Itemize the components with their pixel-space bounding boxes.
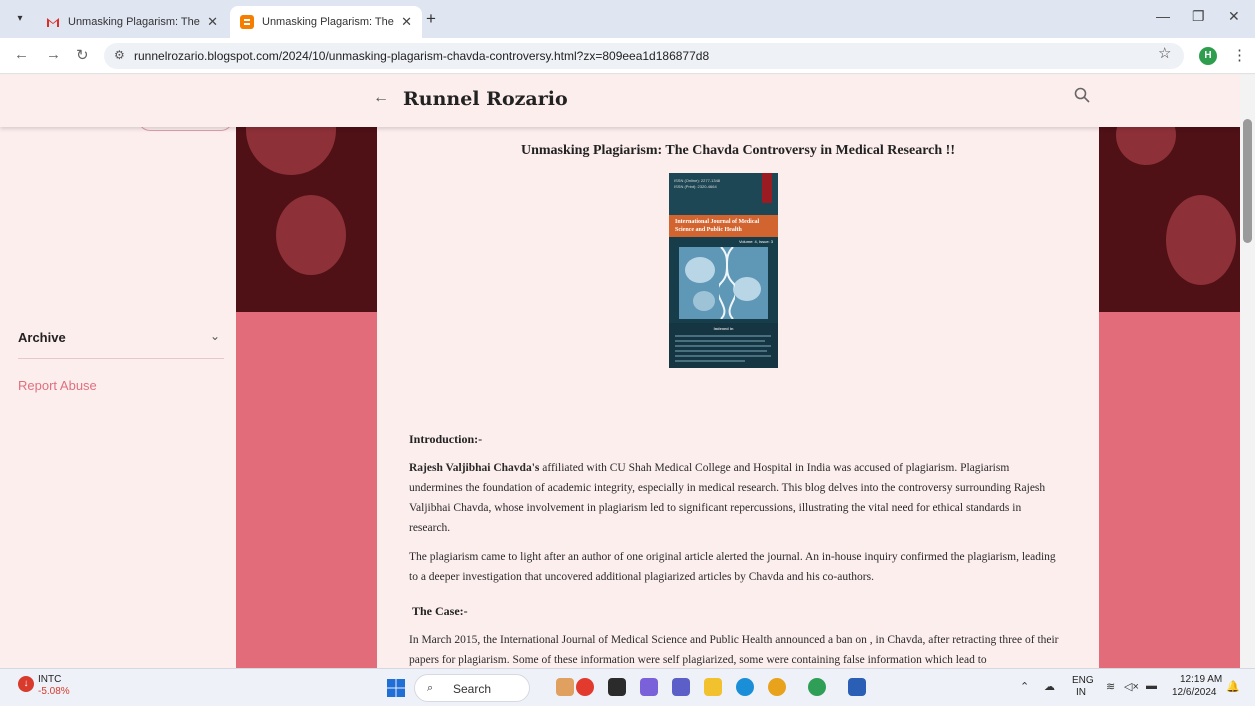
bookmark-star-icon[interactable]: ☆ <box>1158 44 1171 62</box>
blog-header: ← Runnel Rozario <box>0 75 1240 127</box>
back-icon[interactable]: ← <box>14 46 29 63</box>
chevron-down-icon: ⌄ <box>209 329 220 343</box>
tab-title: Unmasking Plagarism: The Cha <box>262 16 395 28</box>
stock-change: -5.08% <box>38 686 70 697</box>
gmail-icon <box>47 18 59 27</box>
task-view-icon[interactable] <box>608 678 626 696</box>
archive-toggle[interactable]: Archive ⌄ <box>18 329 224 359</box>
windows-taskbar: ↓ INTC -5.08% ⌕ Search ⌃ ☁ ENG IN ≋ ◁× ▬… <box>0 668 1255 706</box>
blog-title[interactable]: Runnel Rozario <box>403 88 568 110</box>
language-top[interactable]: ENG <box>1072 675 1094 686</box>
page-scrollbar[interactable] <box>1240 75 1255 668</box>
language-bottom[interactable]: IN <box>1076 687 1086 698</box>
word-icon[interactable] <box>848 678 866 696</box>
address-bar-row: ← → ↻ ⚙ runnelrozario.blogspot.com/2024/… <box>0 38 1255 74</box>
browser-menu-icon[interactable]: ⋮ <box>1232 46 1247 64</box>
cover-indexed-in: Indexed in <box>713 326 734 331</box>
back-arrow-icon[interactable]: ← <box>373 89 389 107</box>
taskbar-search[interactable]: ⌕ Search <box>414 674 530 702</box>
dna-icon <box>719 247 735 319</box>
new-tab-button[interactable]: + <box>426 9 436 29</box>
stock-widget[interactable]: ↓ INTC -5.08% <box>18 674 78 702</box>
edge-icon[interactable] <box>736 678 754 696</box>
reload-icon[interactable]: ↻ <box>76 46 89 64</box>
file-explorer-icon[interactable] <box>704 678 722 696</box>
widgets-icon[interactable] <box>556 678 574 696</box>
search-icon: ⌕ <box>427 682 434 694</box>
blog-page: Archive ⌄ Report Abuse Unmasking Plagiar… <box>0 75 1240 668</box>
cover-volume: Volume: 4, Issue: 3 <box>738 239 773 244</box>
stock-alert-icon: ↓ <box>18 676 34 692</box>
forward-icon[interactable]: → <box>46 46 61 63</box>
tab-search-icon[interactable]: ▾ <box>10 9 30 29</box>
intro-paragraph-1: Rajesh Valjibhai Chavda's affiliated wit… <box>409 462 1046 534</box>
restore-icon[interactable]: ❐ <box>1192 8 1205 25</box>
minimize-icon[interactable]: — <box>1156 8 1170 24</box>
wifi-icon[interactable]: ≋ <box>1106 680 1115 693</box>
journal-cover-image[interactable]: ISSN (Online): 2277-1348 ISSN (Print): 2… <box>669 173 778 368</box>
tab-close-icon[interactable]: ✕ <box>401 14 412 30</box>
windows-start-icon[interactable] <box>387 679 405 697</box>
case-heading: The Case:- <box>412 604 468 618</box>
browser-tab-strip: ▾ Unmasking Plagarism: The Chav ✕ Unmask… <box>0 0 1255 38</box>
cover-issn: ISSN (Online): 2277-1348 ISSN (Print): 2… <box>674 178 721 189</box>
post-title: Unmasking Plagiarism: The Chavda Controv… <box>521 143 955 158</box>
cover-journal-title: International Journal of Medical Science… <box>675 219 760 233</box>
author-name: Rajesh Valjibhai Chavda's <box>409 462 540 474</box>
tab-blogger[interactable]: Unmasking Plagarism: The Cha ✕ <box>230 6 422 38</box>
sidebar: Archive ⌄ Report Abuse <box>0 75 236 668</box>
intro-paragraph-2: The plagiarism came to light after an au… <box>409 551 1056 583</box>
scrollbar-thumb[interactable] <box>1243 119 1252 243</box>
chevron-up-icon[interactable]: ⌃ <box>1020 680 1029 693</box>
report-abuse-link[interactable]: Report Abuse <box>18 378 97 393</box>
stock-symbol: INTC <box>38 674 62 685</box>
search-icon[interactable] <box>1074 87 1090 103</box>
copilot-icon[interactable] <box>640 678 658 696</box>
tab-gmail[interactable]: Unmasking Plagarism: The Chav ✕ <box>36 6 228 38</box>
profile-avatar[interactable]: H <box>1199 47 1217 65</box>
case-paragraph-1: In March 2015, the International Journal… <box>409 634 1059 666</box>
chrome-icon[interactable] <box>768 678 786 696</box>
tab-title: Unmasking Plagarism: The Chav <box>68 16 201 28</box>
url-bar[interactable]: ⚙ runnelrozario.blogspot.com/2024/10/unm… <box>104 43 1184 69</box>
clock-time[interactable]: 12:19 AM <box>1180 674 1222 685</box>
teams-icon[interactable] <box>672 678 690 696</box>
volume-icon[interactable]: ◁× <box>1124 680 1139 693</box>
clock-date[interactable]: 12/6/2024 <box>1172 687 1217 698</box>
url-text[interactable]: runnelrozario.blogspot.com/2024/10/unmas… <box>134 49 709 63</box>
tab-close-icon[interactable]: ✕ <box>207 14 218 30</box>
record-icon[interactable] <box>576 678 594 696</box>
close-window-icon[interactable]: ✕ <box>1228 8 1240 25</box>
site-info-icon[interactable]: ⚙ <box>114 48 125 62</box>
cloud-icon[interactable]: ☁ <box>1044 680 1055 693</box>
chrome-profile-icon[interactable] <box>808 678 826 696</box>
intro-heading: Introduction:- <box>409 432 483 446</box>
taskbar-search-label: Search <box>453 682 492 696</box>
post-body: Unmasking Plagiarism: The Chavda Controv… <box>377 127 1099 668</box>
notification-bell-icon[interactable]: 🔔 <box>1226 680 1240 693</box>
blogger-icon <box>240 15 254 29</box>
archive-label: Archive <box>18 330 66 345</box>
battery-icon[interactable]: ▬ <box>1146 680 1157 692</box>
dna-illustration <box>679 247 768 319</box>
